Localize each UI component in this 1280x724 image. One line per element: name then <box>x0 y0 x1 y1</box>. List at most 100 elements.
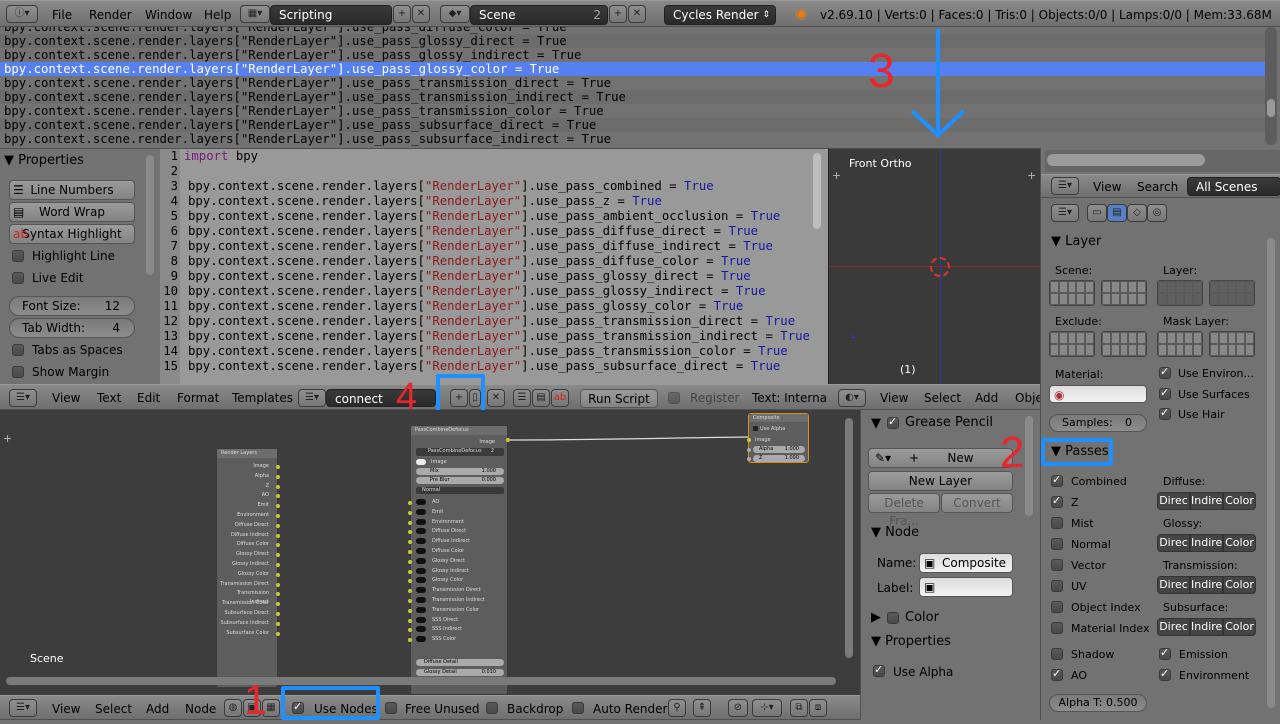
layer-button[interactable] <box>1058 281 1068 293</box>
layer-button[interactable] <box>1128 293 1138 305</box>
layer-button[interactable] <box>1102 293 1111 305</box>
render-engine-select[interactable]: Cycles Render ⇕ <box>664 5 776 25</box>
layer-button[interactable] <box>1245 293 1254 305</box>
console-scrollbar[interactable] <box>1265 27 1277 145</box>
layer-button[interactable] <box>1050 293 1059 305</box>
text-menu-view[interactable]: View <box>52 391 80 405</box>
pass-group-button[interactable]: Direc <box>1157 576 1190 594</box>
layer-button[interactable] <box>1137 293 1146 305</box>
report-line[interactable]: bpy.context.scene.render.layers["RenderL… <box>0 118 1265 132</box>
scene-tab-icon[interactable]: ◇ <box>1127 204 1147 222</box>
pass-group-button[interactable]: Indire <box>1190 534 1223 552</box>
register-checkbox[interactable] <box>668 392 680 404</box>
layer-button[interactable] <box>1050 344 1059 356</box>
text-datablock-field[interactable]: connect <box>326 389 436 407</box>
pass-group-button[interactable]: Indire <box>1190 576 1223 594</box>
paste-nodes-icon[interactable]: ⧈ <box>809 699 827 717</box>
layer-button[interactable] <box>1236 293 1246 305</box>
screen-layout-icon[interactable]: ▦▾ <box>240 5 270 23</box>
layer-button[interactable] <box>1184 293 1194 305</box>
word-wrap-header-icon[interactable]: ▤ <box>532 389 550 407</box>
report-line[interactable]: bpy.context.scene.render.layers["RenderL… <box>0 90 1265 104</box>
menu-help[interactable]: Help <box>204 8 231 22</box>
layer-button[interactable] <box>1175 293 1185 305</box>
layer-button[interactable] <box>1227 293 1237 305</box>
layer-button[interactable] <box>1085 344 1094 356</box>
viewport-plus-left-icon[interactable]: + <box>832 169 841 182</box>
layer-button[interactable] <box>1210 293 1219 305</box>
new-grease-pencil-button[interactable]: ✎▾ + New <box>868 448 1013 468</box>
add-screen-icon[interactable]: + <box>393 5 411 23</box>
node-editor-canvas[interactable]: + Scene Render Layers Image Alpha Z AO Emit E… <box>0 410 860 695</box>
viewport-menu-view[interactable]: View <box>880 391 908 405</box>
layer-button[interactable] <box>1158 332 1167 344</box>
viewport-menu-select[interactable]: Select <box>924 391 961 405</box>
pass-combine-output-socket[interactable] <box>506 438 510 442</box>
layer-button[interactable] <box>1137 332 1146 344</box>
node-menu-select[interactable]: Select <box>95 702 132 716</box>
use-surfaces-checkbox[interactable] <box>1159 386 1171 400</box>
code-editor[interactable]: 1 import bpy 2 3 bpy.context.scene.render.la… <box>160 148 828 384</box>
layer-button[interactable] <box>1227 281 1237 293</box>
emission-checkbox[interactable] <box>1159 646 1171 660</box>
layer-button[interactable] <box>1076 281 1086 293</box>
node-v-scrollbar[interactable] <box>845 418 853 658</box>
run-script-button[interactable]: Run Script <box>580 389 658 408</box>
layer-button[interactable] <box>1119 332 1129 344</box>
layer-button[interactable] <box>1158 293 1167 305</box>
copy-nodes-icon[interactable]: ⧉ <box>790 699 808 717</box>
pass-group-button[interactable]: Indire <box>1190 492 1223 510</box>
viewport-menu-add[interactable]: Add <box>975 391 998 405</box>
grease-pencil-header[interactable]: ▼ <box>871 416 881 431</box>
syntax-highlight-header-icon[interactable]: ab <box>551 389 569 407</box>
node-name-field[interactable]: ▣ Composite <box>919 553 1013 573</box>
viewport-type-icon[interactable]: ◐▾ <box>838 389 866 407</box>
pass-group-button[interactable]: Color <box>1223 534 1256 552</box>
tabs-as-spaces-checkbox[interactable] <box>12 344 24 356</box>
layer-button[interactable] <box>1184 344 1194 356</box>
layer-button[interactable] <box>1166 332 1176 344</box>
layer-button[interactable] <box>1166 344 1176 356</box>
layer-button[interactable] <box>1227 344 1237 356</box>
pass-checkbox[interactable] <box>1051 473 1063 487</box>
layer-button[interactable] <box>1085 332 1094 344</box>
layer-button[interactable] <box>1210 332 1219 344</box>
layer-button[interactable] <box>1110 332 1120 344</box>
layer-button[interactable] <box>1218 344 1228 356</box>
layer-button[interactable] <box>1236 281 1246 293</box>
layer-button[interactable] <box>1085 281 1094 293</box>
pass-checkbox[interactable] <box>1051 538 1063 550</box>
shadow-checkbox[interactable] <box>1051 648 1063 660</box>
pass-checkbox[interactable] <box>1051 601 1063 613</box>
layer-button[interactable] <box>1218 332 1228 344</box>
layer-button[interactable] <box>1128 344 1138 356</box>
unlink-text-icon[interactable]: ✕ <box>487 389 505 407</box>
layer-button[interactable] <box>1067 332 1077 344</box>
pass-group-button[interactable]: Color <box>1223 576 1256 594</box>
layer-button[interactable] <box>1067 344 1077 356</box>
layer-button[interactable] <box>1184 281 1194 293</box>
layer-button[interactable] <box>1110 281 1120 293</box>
layer-button[interactable] <box>1245 332 1254 344</box>
text-menu-templates[interactable]: Templates <box>232 391 293 405</box>
layer-button[interactable] <box>1193 281 1202 293</box>
report-line[interactable]: bpy.context.scene.render.layers["RenderL… <box>0 104 1265 118</box>
use-environment-checkbox[interactable] <box>1159 365 1171 379</box>
show-margin-checkbox[interactable] <box>12 366 24 378</box>
remove-scene-icon[interactable]: ✕ <box>628 5 646 23</box>
layer-button[interactable] <box>1128 281 1138 293</box>
layer-button[interactable] <box>1218 293 1228 305</box>
all-scenes-select[interactable]: All Scenes <box>1187 177 1280 196</box>
layer-button-grid[interactable] <box>1049 280 1095 306</box>
pass-group-button[interactable]: Direc <box>1157 534 1190 552</box>
console-scroll-thumb[interactable] <box>1267 99 1275 117</box>
layer-button-grid[interactable] <box>1049 331 1095 357</box>
layer-button[interactable] <box>1137 344 1146 356</box>
backdrop-checkbox[interactable] <box>486 702 498 714</box>
grease-pencil-checkbox[interactable] <box>887 415 899 429</box>
line-numbers-toggle[interactable]: ☰ Line Numbers <box>9 180 135 200</box>
layer-button[interactable] <box>1158 281 1167 293</box>
layer-button[interactable] <box>1076 332 1086 344</box>
menu-file[interactable]: File <box>52 8 72 22</box>
color-checkbox[interactable] <box>887 612 899 624</box>
